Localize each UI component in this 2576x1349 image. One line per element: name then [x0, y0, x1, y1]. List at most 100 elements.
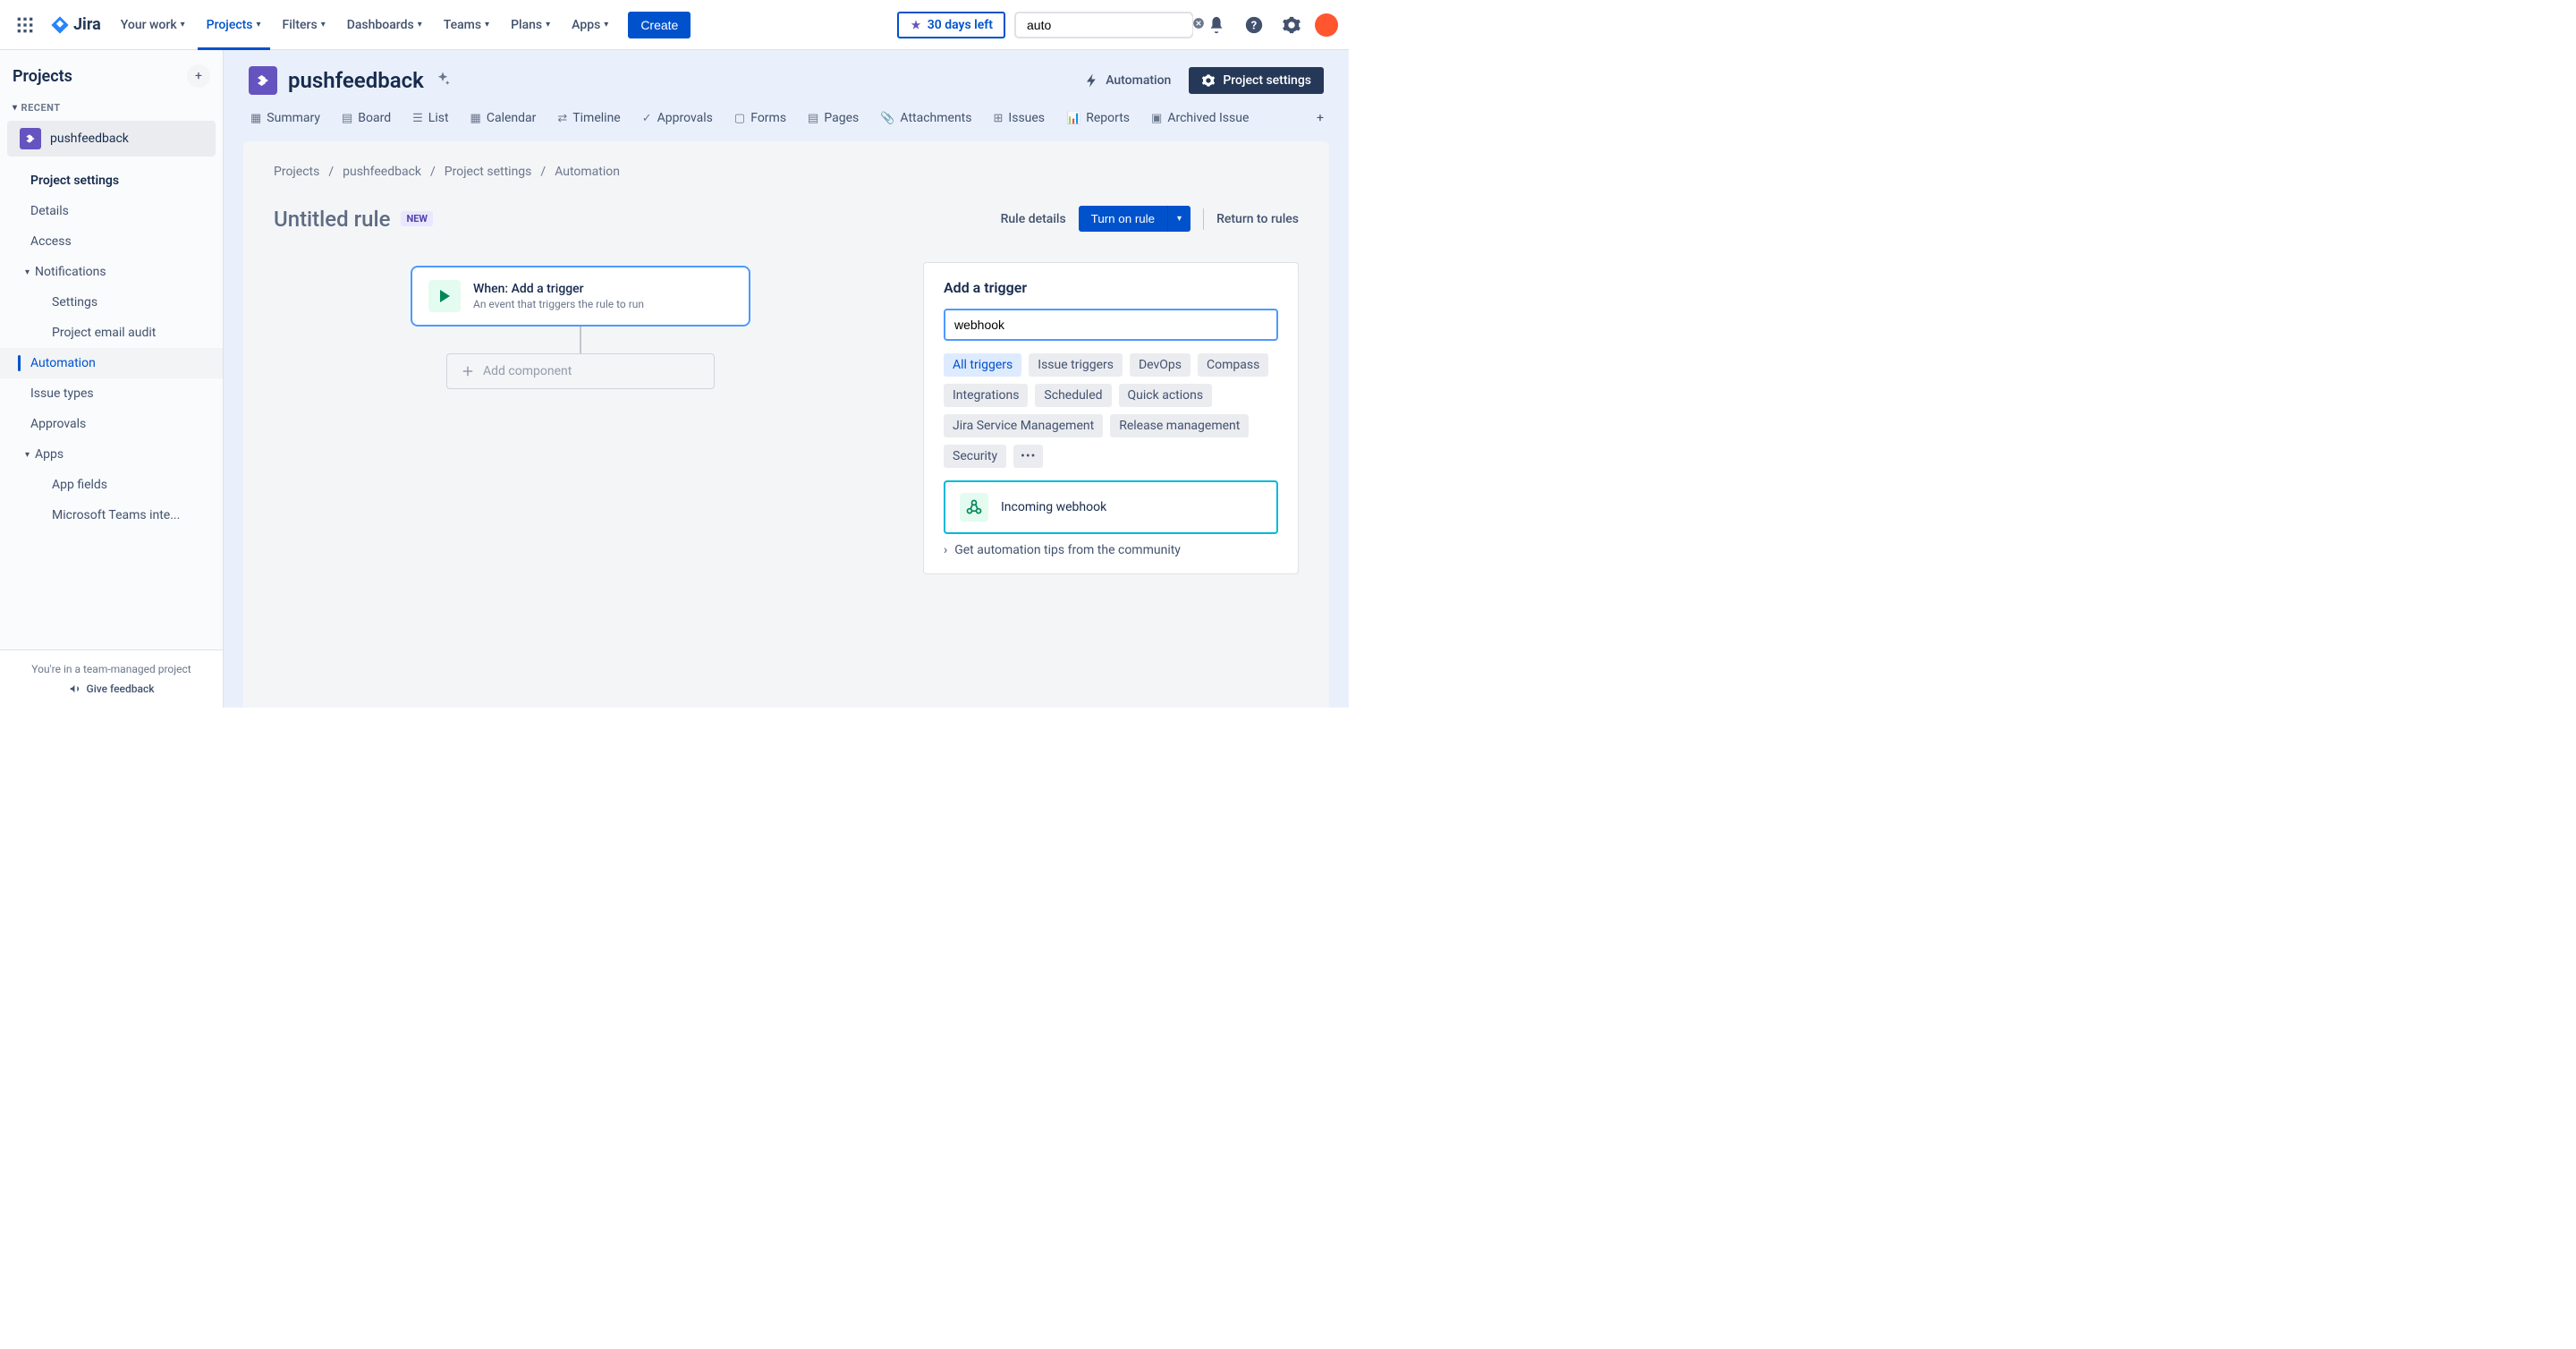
- automation-link[interactable]: Automation: [1075, 67, 1180, 94]
- return-to-rules-link[interactable]: Return to rules: [1216, 212, 1299, 226]
- breadcrumb-item[interactable]: Project settings: [445, 165, 532, 179]
- trigger-search-input[interactable]: [944, 309, 1278, 341]
- recent-label: RECENT: [21, 102, 61, 114]
- trial-days-button[interactable]: 30 days left: [897, 12, 1005, 38]
- top-navigation: Jira Your work▾Projects▾Filters▾Dashboar…: [0, 0, 1349, 50]
- tab-calendar[interactable]: ▦Calendar: [462, 104, 546, 132]
- project-name: pushfeedback: [50, 132, 129, 146]
- tab-pages[interactable]: ▤Pages: [799, 104, 868, 132]
- nav-item-plans[interactable]: Plans▾: [502, 13, 559, 38]
- filter-chip-integrations[interactable]: Integrations: [944, 384, 1028, 407]
- filter-chip-more[interactable]: •••: [1013, 445, 1043, 468]
- breadcrumb: Projects/pushfeedback/Project settings/A…: [274, 165, 1299, 179]
- filter-chip-compass[interactable]: Compass: [1198, 353, 1268, 377]
- project-settings-button[interactable]: Project settings: [1189, 67, 1324, 94]
- search-box[interactable]: [1014, 12, 1193, 38]
- filter-chip-jira-service-management[interactable]: Jira Service Management: [944, 414, 1103, 437]
- create-button[interactable]: Create: [628, 12, 691, 38]
- refine-icon[interactable]: [435, 71, 451, 90]
- filter-chip-release-management[interactable]: Release management: [1110, 414, 1249, 437]
- app-switcher-icon[interactable]: [11, 11, 39, 39]
- nav-item-teams[interactable]: Teams▾: [435, 13, 498, 38]
- turn-on-dropdown[interactable]: ▾: [1167, 206, 1191, 232]
- bolt-icon: [1084, 72, 1100, 89]
- logo-text: Jira: [73, 15, 101, 34]
- panel-title: Add a trigger: [944, 279, 1278, 296]
- gear-icon: [1201, 73, 1216, 88]
- clear-search-icon[interactable]: [1192, 17, 1205, 33]
- turn-on-rule-button[interactable]: Turn on rule: [1079, 206, 1167, 232]
- plus-icon: [460, 363, 476, 379]
- sidebar-project-item[interactable]: pushfeedback: [7, 121, 216, 157]
- filter-chip-scheduled[interactable]: Scheduled: [1035, 384, 1111, 407]
- sidebar-title: Projects: [13, 67, 72, 86]
- tab-issues[interactable]: ⊞Issues: [985, 104, 1055, 132]
- sidebar-item-project-email-audit[interactable]: Project email audit: [0, 318, 223, 348]
- trigger-subtitle: An event that triggers the rule to run: [473, 298, 644, 310]
- trigger-card[interactable]: When: Add a trigger An event that trigge…: [411, 266, 750, 327]
- filter-chip-devops[interactable]: DevOps: [1130, 353, 1191, 377]
- add-component-button[interactable]: Add component: [446, 353, 715, 389]
- sidebar-item-app-fields[interactable]: App fields: [0, 470, 223, 500]
- project-type-note: You're in a team-managed project: [0, 659, 223, 679]
- breadcrumb-item[interactable]: pushfeedback: [343, 165, 421, 179]
- automation-label: Automation: [1106, 73, 1171, 88]
- rule-title[interactable]: Untitled rule: [274, 207, 390, 232]
- project-icon: [20, 128, 41, 149]
- search-input[interactable]: [1023, 16, 1192, 34]
- nav-item-projects[interactable]: Projects▾: [198, 13, 270, 38]
- tab-archived-issue[interactable]: ▣Archived Issue: [1142, 104, 1258, 132]
- breadcrumb-item[interactable]: Automation: [555, 165, 620, 179]
- filter-chip-quick-actions[interactable]: Quick actions: [1119, 384, 1213, 407]
- trigger-result-incoming-webhook[interactable]: Incoming webhook: [944, 480, 1278, 534]
- user-avatar[interactable]: [1315, 13, 1338, 37]
- settings-button-label: Project settings: [1223, 73, 1311, 88]
- nav-item-your-work[interactable]: Your work▾: [112, 13, 194, 38]
- nav-item-apps[interactable]: Apps▾: [563, 13, 617, 38]
- divider: [1203, 208, 1204, 230]
- add-project-button[interactable]: +: [187, 64, 210, 88]
- tab-summary[interactable]: ▦Summary: [242, 104, 329, 132]
- filter-chip-security[interactable]: Security: [944, 445, 1006, 468]
- help-icon[interactable]: ?: [1240, 11, 1268, 39]
- new-badge: NEW: [401, 211, 433, 226]
- add-component-label: Add component: [483, 364, 572, 378]
- settings-icon[interactable]: [1277, 11, 1306, 39]
- recent-section-toggle[interactable]: ▾ RECENT: [0, 97, 223, 119]
- community-tips-link[interactable]: › Get automation tips from the community: [944, 543, 1278, 557]
- tab-timeline[interactable]: ⇄Timeline: [548, 104, 629, 132]
- main-content: pushfeedback Automation Project settings…: [224, 50, 1349, 708]
- nav-item-dashboards[interactable]: Dashboards▾: [338, 13, 431, 38]
- rule-details-link[interactable]: Rule details: [1001, 212, 1066, 226]
- tab-forms[interactable]: ▢Forms: [725, 104, 795, 132]
- nav-item-filters[interactable]: Filters▾: [274, 13, 335, 38]
- jira-logo[interactable]: Jira: [43, 15, 108, 35]
- tab-reports[interactable]: 📊Reports: [1057, 104, 1139, 132]
- sidebar-item-notifications[interactable]: ▾Notifications: [0, 257, 223, 287]
- play-icon: [428, 280, 461, 312]
- tab-approvals[interactable]: ✓Approvals: [633, 104, 722, 132]
- breadcrumb-separator: /: [430, 165, 436, 179]
- filter-chip-issue-triggers[interactable]: Issue triggers: [1029, 353, 1123, 377]
- feedback-label: Give feedback: [87, 683, 155, 695]
- breadcrumb-item[interactable]: Projects: [274, 165, 319, 179]
- sidebar-item-automation[interactable]: Automation: [0, 348, 223, 378]
- tab-attachments[interactable]: 📎Attachments: [871, 104, 980, 132]
- sidebar-item-approvals[interactable]: Approvals: [0, 409, 223, 439]
- sidebar: Projects + ▾ RECENT pushfeedback Project…: [0, 50, 224, 708]
- filter-chip-all-triggers[interactable]: All triggers: [944, 353, 1021, 377]
- add-tab-button[interactable]: +: [1309, 107, 1331, 129]
- sidebar-item-access[interactable]: Access: [0, 226, 223, 257]
- tab-board[interactable]: ▤Board: [333, 104, 400, 132]
- sidebar-item-settings[interactable]: Settings: [0, 287, 223, 318]
- project-title: pushfeedback: [288, 68, 424, 93]
- sidebar-item-apps[interactable]: ▾Apps: [0, 439, 223, 470]
- tab-list[interactable]: ☰List: [403, 104, 457, 132]
- give-feedback-link[interactable]: Give feedback: [0, 679, 223, 699]
- sidebar-item-microsoft-teams-inte-[interactable]: Microsoft Teams inte...: [0, 500, 223, 530]
- sidebar-item-issue-types[interactable]: Issue types: [0, 378, 223, 409]
- webhook-icon: [960, 493, 988, 522]
- sidebar-item-details[interactable]: Details: [0, 196, 223, 226]
- notifications-icon[interactable]: [1202, 11, 1231, 39]
- sidebar-item-project-settings[interactable]: Project settings: [0, 165, 223, 196]
